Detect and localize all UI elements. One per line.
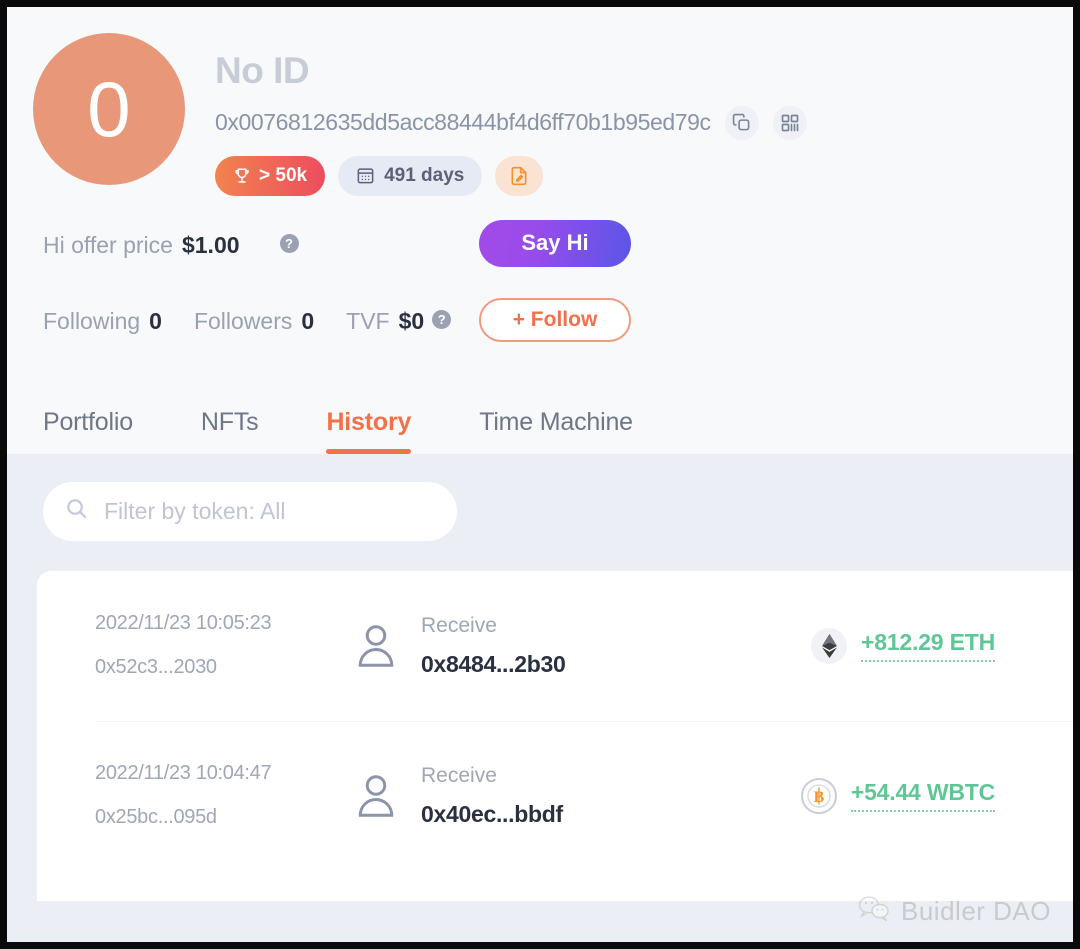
tx-date-column: 2022/11/23 10:05:23 0x52c3...2030 — [95, 612, 355, 679]
token-filter[interactable]: Filter by token: All — [43, 481, 457, 541]
profile-header: 0 No ID 0x0076812635dd5acc88444bf4d6ff70… — [7, 7, 1073, 454]
tvf-label: TVF — [346, 308, 390, 335]
tvf-stat: TVF $0 — [346, 308, 424, 335]
address-row: 0x0076812635dd5acc88444bf4d6ff70b1b95ed7… — [215, 105, 1073, 140]
hi-offer-label: Hi offer price — [43, 232, 173, 259]
hi-offer-value: $1.00 — [181, 232, 240, 259]
wallet-address: 0x0076812635dd5acc88444bf4d6ff70b1b95ed7… — [215, 109, 711, 136]
hi-offer-price: Hi offer price $1.00 — [43, 232, 240, 259]
follow-button[interactable]: + Follow — [479, 297, 631, 342]
search-icon — [65, 497, 88, 525]
user-icon — [355, 773, 421, 819]
account-age-badge[interactable]: 491 days — [338, 155, 483, 196]
tx-amount-wrap: +812.29 ETH — [811, 627, 995, 664]
followers-label: Followers — [193, 308, 293, 335]
tvf-value: $0 — [398, 308, 425, 335]
say-hi-button[interactable]: Say Hi — [479, 219, 631, 267]
trophy-icon — [235, 168, 249, 183]
badges-row: > 50k 491 days — [215, 155, 1073, 196]
note-badge[interactable] — [495, 155, 544, 196]
followers-value: 0 — [301, 308, 315, 335]
tx-counterparty[interactable]: 0x40ec...bbdf — [421, 801, 801, 828]
stats-area: Hi offer price $1.00 ? Following 0 Follo… — [7, 196, 1073, 342]
tx-type: Receive — [421, 613, 497, 637]
action-buttons: Say Hi + Follow — [479, 219, 631, 342]
tx-detail: Receive 0x40ec...bbdf — [421, 764, 801, 828]
tab-portfolio[interactable]: Portfolio — [43, 408, 133, 454]
tx-amount: +812.29 ETH — [861, 629, 995, 663]
hi-offer-help-icon[interactable]: ? — [279, 234, 299, 254]
table-row[interactable]: 2022/11/23 10:04:47 0x25bc...095d Receiv… — [37, 720, 1073, 871]
identity-row: 0 No ID 0x0076812635dd5acc88444bf4d6ff70… — [7, 33, 1073, 196]
history-panel: Filter by token: All 2022/11/23 10:05:23… — [7, 453, 1073, 942]
account-age-label: 491 days — [384, 164, 465, 186]
avatar-initial: 0 — [87, 65, 131, 153]
wbtc-icon: B — [800, 777, 837, 814]
tab-nfts[interactable]: NFTs — [201, 408, 259, 454]
user-icon — [355, 623, 421, 669]
filter-wrap: Filter by token: All — [7, 481, 1073, 541]
transaction-list: 2022/11/23 10:05:23 0x52c3...2030 Receiv… — [37, 570, 1073, 901]
qr-code-icon[interactable] — [772, 105, 807, 140]
rank-badge-label: > 50k — [259, 164, 308, 186]
tx-timestamp: 2022/11/23 10:05:23 — [95, 612, 272, 635]
identity-text: No ID 0x0076812635dd5acc88444bf4d6ff70b1… — [215, 33, 1073, 196]
note-edit-icon — [511, 166, 527, 185]
tab-time-machine[interactable]: Time Machine — [479, 408, 633, 454]
avatar: 0 — [33, 33, 185, 185]
filter-placeholder: Filter by token: All — [104, 497, 286, 524]
page-title: No ID — [215, 50, 310, 91]
tx-hash[interactable]: 0x25bc...095d — [95, 806, 355, 829]
ethereum-icon — [811, 627, 848, 664]
tx-counterparty[interactable]: 0x8484...2b30 — [421, 651, 811, 678]
tx-date-column: 2022/11/23 10:04:47 0x25bc...095d — [95, 762, 355, 829]
tx-type: Receive — [421, 763, 497, 787]
calendar-icon — [357, 168, 374, 184]
following-label: Following — [43, 308, 141, 335]
rank-badge[interactable]: > 50k — [215, 155, 326, 196]
tvf-help-icon[interactable]: ? — [432, 310, 452, 330]
followers-stat[interactable]: Followers 0 — [194, 308, 314, 335]
app-frame: 0 No ID 0x0076812635dd5acc88444bf4d6ff70… — [0, 0, 1080, 949]
following-value: 0 — [149, 308, 162, 335]
copy-icon[interactable] — [724, 105, 759, 140]
table-row[interactable]: 2022/11/23 10:05:23 0x52c3...2030 Receiv… — [37, 571, 1073, 721]
following-stat[interactable]: Following 0 — [43, 308, 162, 335]
tx-amount-wrap: B +54.44 WBTC — [800, 777, 995, 814]
tx-amount: +54.44 WBTC — [850, 779, 995, 813]
tx-hash[interactable]: 0x52c3...2030 — [95, 656, 355, 679]
tab-bar: Portfolio NFTs History Time Machine — [7, 383, 1073, 454]
tx-detail: Receive 0x8484...2b30 — [421, 614, 811, 678]
tx-timestamp: 2022/11/23 10:04:47 — [95, 762, 272, 785]
tab-history[interactable]: History — [326, 408, 411, 454]
